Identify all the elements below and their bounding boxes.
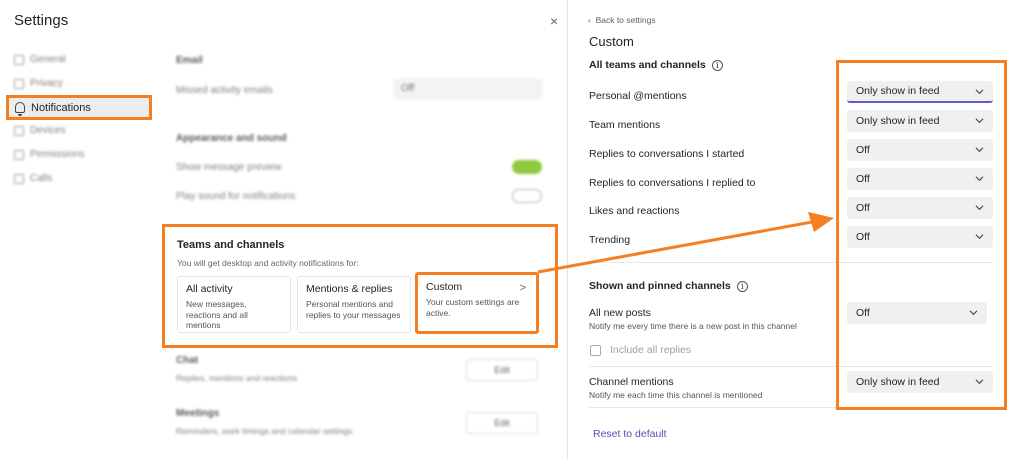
include-replies-checkbox[interactable] [590,344,601,356]
likes-reactions-label: Likes and reactions [589,205,680,217]
trending-label: Trending [589,234,631,246]
back-to-settings-link[interactable]: ‹ Back to settings [588,15,656,25]
meetings-desc: Reminders, work timings and calendar set… [176,426,353,436]
chevron-right-icon: > [519,282,526,294]
include-replies-option[interactable]: Include all replies [590,344,691,356]
card-title: Mentions & replies [306,283,393,295]
missed-activity-dropdown[interactable]: Off [393,78,543,100]
card-desc: New messages, reactions and all mentions [186,299,248,331]
personal-mentions-label: Personal @mentions [589,90,687,102]
all-teams-heading: All teams and channels i [589,59,723,71]
all-activity-card[interactable]: All activity New messages, reactions and… [177,276,291,333]
team-mentions-label: Team mentions [589,119,661,131]
section-title: All teams and channels [589,59,706,71]
teams-channels-heading: Teams and channels [177,239,285,251]
all-new-posts-label: All new posts [589,307,651,319]
sidebar-item-calls[interactable]: Calls [14,173,52,184]
sidebar-item-label: Privacy [30,78,63,89]
custom-card[interactable]: Custom > Your custom settings are active… [415,272,539,334]
replies-started-label: Replies to conversations I started [589,148,745,160]
reset-to-default-link[interactable]: Reset to default [593,428,667,440]
sidebar-item-notifications[interactable]: Notifications [6,95,152,120]
message-preview-toggle[interactable] [512,160,542,174]
meetings-edit-button[interactable]: Edit [466,412,538,434]
shown-pinned-heading: Shown and pinned channels i [589,280,748,292]
info-icon[interactable]: i [736,280,748,292]
email-heading: Email [176,55,203,66]
play-sound-label: Play sound for notifications [176,191,296,202]
include-replies-label: Include all replies [610,344,692,356]
card-title: All activity [186,283,233,295]
appearance-heading: Appearance and sound [176,133,287,144]
mentions-replies-card[interactable]: Mentions & replies Personal mentions and… [297,276,411,333]
sidebar-item-general[interactable]: General [14,54,66,65]
gear-icon [14,54,24,65]
back-label: Back to settings [595,15,656,25]
channel-mentions-desc: Notify me each time this channel is ment… [589,390,763,400]
card-desc: Personal mentions and replies to your me… [306,299,401,320]
sidebar-item-privacy[interactable]: Privacy [14,78,63,89]
card-title: Custom [426,281,463,293]
close-icon[interactable]: × [550,13,558,29]
channel-mentions-label: Channel mentions [589,376,674,388]
chat-desc: Replies, mentions and reactions [176,373,297,383]
sidebar-item-label: Calls [30,173,53,184]
chevron-left-icon: ‹ [588,15,596,25]
sidebar-item-label: Notifications [31,101,91,114]
chat-edit-button[interactable]: Edit [466,359,538,381]
shield-icon [14,149,24,160]
sidebar-item-label: Devices [30,125,66,136]
headset-icon [14,125,24,136]
chat-heading: Chat [176,355,199,366]
phone-icon [14,173,24,184]
sidebar-item-permissions[interactable]: Permissions [14,149,84,160]
bell-icon [15,102,25,116]
play-sound-toggle[interactable] [512,189,542,203]
replies-replied-label: Replies to conversations I replied to [589,177,756,189]
teams-channels-subtitle: You will get desktop and activity notifi… [177,258,359,268]
settings-window: Settings × General Privacy Notifications… [0,0,568,459]
teams-and-channels-section: Teams and channels You will get desktop … [162,224,558,348]
sidebar-item-devices[interactable]: Devices [14,125,66,136]
section-title: Shown and pinned channels [589,280,731,292]
info-icon[interactable]: i [711,59,723,71]
sidebar-item-label: General [30,54,66,65]
all-new-posts-desc: Notify me every time there is a new post… [589,321,797,331]
panel-title: Custom [589,34,634,49]
missed-activity-value: Off [401,83,415,94]
missed-activity-label: Missed activity emails [176,85,273,96]
message-preview-label: Show message preview [176,162,282,173]
dropdowns-highlight-box [836,60,1007,410]
card-desc: Your custom settings are active. [426,297,520,318]
meetings-heading: Meetings [176,408,220,419]
window-title: Settings [14,12,69,29]
sidebar-item-label: Permissions [30,149,85,160]
lock-icon [14,78,24,89]
